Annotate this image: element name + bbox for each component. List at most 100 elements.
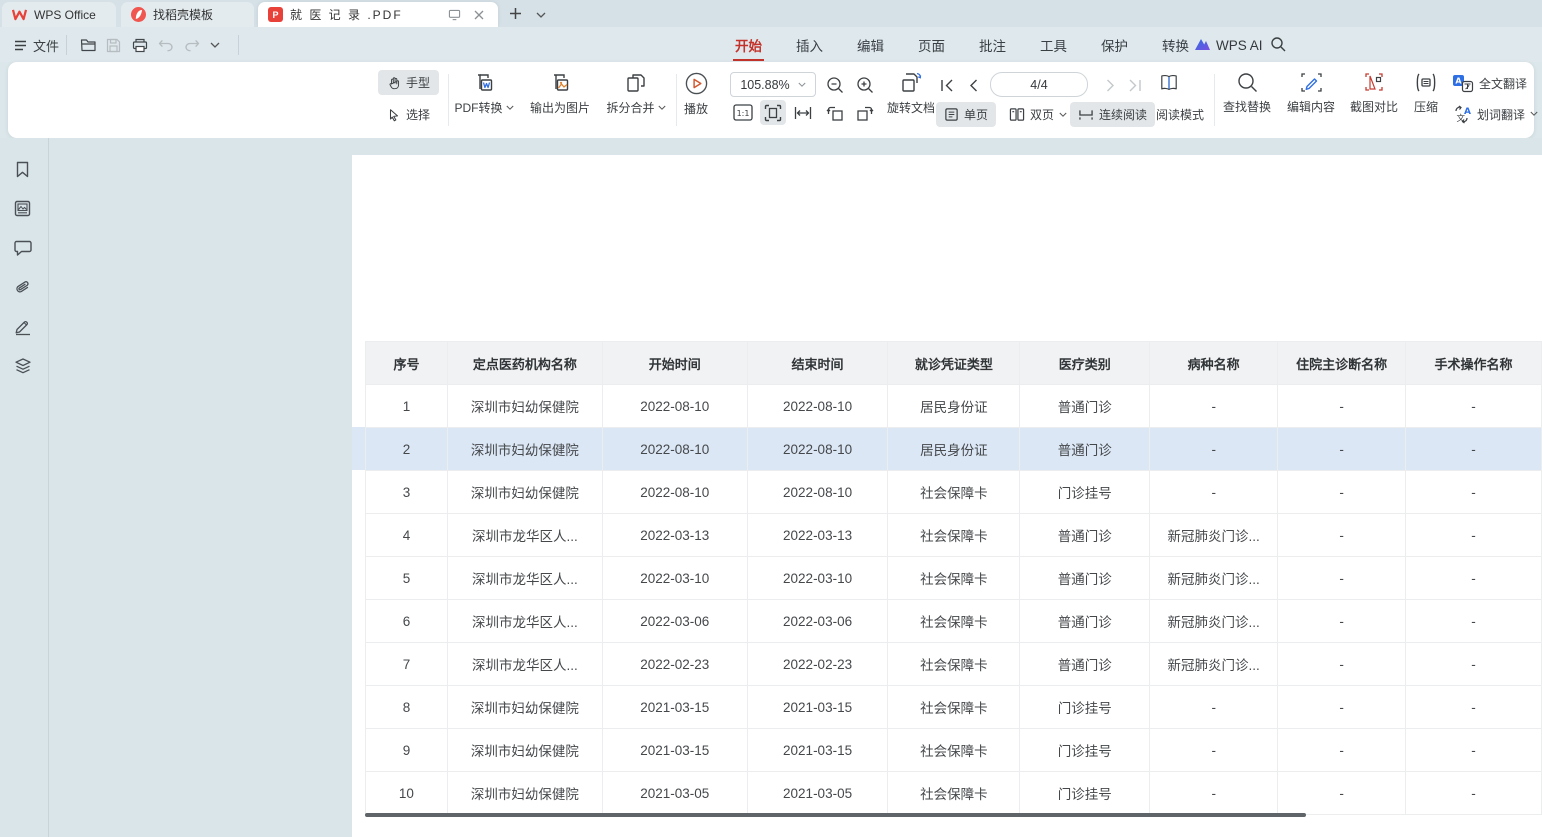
double-page-button[interactable]: 双页 bbox=[1002, 102, 1074, 127]
prev-page-icon[interactable] bbox=[962, 74, 984, 96]
bookmark-icon[interactable] bbox=[13, 160, 32, 179]
table-cell: - bbox=[1150, 686, 1278, 729]
ribbon-tab-编辑[interactable]: 编辑 bbox=[855, 28, 886, 62]
next-page-icon[interactable] bbox=[1100, 74, 1122, 96]
table-row: 2深圳市妇幼保健院2022-08-102022-08-10居民身份证普通门诊--… bbox=[366, 428, 1542, 471]
column-header: 就诊凭证类型 bbox=[888, 342, 1020, 385]
table-cell: 2022-08-10 bbox=[602, 385, 747, 428]
signature-pen-icon[interactable] bbox=[13, 317, 33, 336]
read-mode-book-icon[interactable] bbox=[1158, 71, 1180, 93]
play-button[interactable]: 播放 bbox=[676, 71, 716, 117]
table-row: 7深圳市龙华区人...2022-02-232022-02-23社会保障卡普通门诊… bbox=[366, 643, 1542, 686]
table-cell: 9 bbox=[366, 729, 448, 772]
chevron-down-icon[interactable] bbox=[210, 34, 220, 56]
wps-ai-label: WPS AI bbox=[1216, 38, 1263, 53]
ribbon-tab-页面[interactable]: 页面 bbox=[916, 28, 947, 62]
close-icon[interactable] bbox=[470, 6, 488, 24]
rotate-right-icon[interactable] bbox=[852, 100, 878, 125]
wps-ai-button[interactable]: WPS AI bbox=[1194, 34, 1263, 56]
page-indicator-input[interactable]: 4/4 bbox=[990, 72, 1088, 97]
open-folder-icon[interactable] bbox=[80, 34, 97, 56]
last-page-icon[interactable] bbox=[1124, 74, 1146, 96]
find-replace-button[interactable]: 查找替换 bbox=[1216, 71, 1278, 115]
read-mode-button[interactable]: 阅读模式 bbox=[1152, 102, 1208, 127]
table-header-row: 序号定点医药机构名称开始时间结束时间就诊凭证类型医疗类别病种名称住院主诊断名称手… bbox=[366, 342, 1542, 385]
export-image-button[interactable]: 输出为图片 bbox=[524, 71, 596, 116]
screenshot-compare-button[interactable]: 截图对比 bbox=[1344, 71, 1404, 115]
redo-icon[interactable] bbox=[184, 34, 200, 56]
word-translate-button[interactable]: 文A 划词翻译 bbox=[1452, 102, 1538, 126]
screenshot-compare-label: 截图对比 bbox=[1350, 98, 1398, 115]
table-cell: 2022-03-10 bbox=[602, 557, 747, 600]
zoom-out-icon[interactable] bbox=[824, 74, 846, 96]
layers-icon[interactable] bbox=[13, 357, 33, 376]
single-page-button[interactable]: 单页 bbox=[936, 102, 996, 127]
table-cell: - bbox=[1150, 729, 1278, 772]
table-cell: 深圳市龙华区人... bbox=[447, 557, 602, 600]
ribbon-tab-转换[interactable]: 转换 bbox=[1160, 28, 1191, 62]
table-cell: 1 bbox=[366, 385, 448, 428]
split-merge-button[interactable]: 拆分合并 bbox=[600, 71, 672, 116]
tab-list-chevron-icon[interactable] bbox=[532, 6, 550, 24]
table-cell: - bbox=[1406, 428, 1542, 471]
zoom-level-select[interactable]: 105.88% bbox=[730, 72, 816, 97]
full-translate-button[interactable]: A 全文翻译 bbox=[1452, 71, 1527, 95]
ribbon-tab-开始[interactable]: 开始 bbox=[733, 28, 764, 62]
ribbon-tab-工具[interactable]: 工具 bbox=[1038, 28, 1069, 62]
tab-wps-office[interactable]: WPS Office bbox=[2, 2, 116, 27]
actual-size-icon[interactable]: 1:1 bbox=[730, 100, 756, 125]
medical-records-table: 序号定点医药机构名称开始时间结束时间就诊凭证类型医疗类别病种名称住院主诊断名称手… bbox=[365, 341, 1542, 815]
rotate-left-icon[interactable] bbox=[822, 100, 848, 125]
continuous-label: 连续阅读 bbox=[1099, 106, 1147, 123]
continuous-read-button[interactable]: 连续阅读 bbox=[1070, 102, 1155, 127]
table-cell: 普通门诊 bbox=[1020, 514, 1150, 557]
column-header: 病种名称 bbox=[1150, 342, 1278, 385]
select-tool-button[interactable]: 选择 bbox=[378, 102, 439, 127]
search-icon[interactable] bbox=[1270, 36, 1286, 52]
ribbon-tab-保护[interactable]: 保护 bbox=[1099, 28, 1130, 62]
fit-width-icon[interactable] bbox=[790, 100, 816, 125]
continuous-icon bbox=[1078, 108, 1094, 122]
table-cell: 深圳市龙华区人... bbox=[447, 514, 602, 557]
file-menu[interactable]: 文件 bbox=[14, 34, 59, 56]
table-cell: 深圳市龙华区人... bbox=[447, 643, 602, 686]
menu-bar: 文件 开始插入编辑页面批注工具保护转换 WPS AI bbox=[0, 27, 1542, 62]
tab-document-pdf[interactable]: P 就 医 记 录 .PDF bbox=[258, 2, 498, 27]
docer-logo-icon bbox=[131, 7, 146, 22]
first-page-icon[interactable] bbox=[936, 74, 958, 96]
fit-page-icon[interactable] bbox=[760, 100, 786, 125]
tab-docer-template[interactable]: 找稻壳模板 bbox=[121, 2, 254, 27]
ribbon-tab-插入[interactable]: 插入 bbox=[794, 28, 825, 62]
hand-tool-button[interactable]: 手型 bbox=[378, 70, 439, 95]
save-icon[interactable] bbox=[106, 34, 121, 56]
edit-content-button[interactable]: 编辑内容 bbox=[1280, 71, 1342, 115]
pdf-file-icon: P bbox=[268, 7, 283, 22]
compare-icon bbox=[1362, 71, 1386, 94]
comment-icon[interactable] bbox=[13, 239, 32, 257]
attachment-icon[interactable] bbox=[13, 278, 33, 297]
table-cell: 2022-02-23 bbox=[747, 643, 888, 686]
table-row: 10深圳市妇幼保健院2021-03-052021-03-05社会保障卡门诊挂号-… bbox=[366, 772, 1542, 815]
monitor-icon[interactable] bbox=[445, 6, 463, 24]
rotate-document-button[interactable]: 旋转文档 bbox=[882, 71, 940, 116]
ribbon-tab-批注[interactable]: 批注 bbox=[977, 28, 1008, 62]
horizontal-scrollbar[interactable] bbox=[365, 813, 1306, 817]
compress-icon bbox=[1413, 71, 1439, 94]
new-tab-icon[interactable] bbox=[506, 4, 524, 22]
single-page-icon bbox=[944, 107, 959, 122]
table-cell: 2022-03-06 bbox=[602, 600, 747, 643]
pdf-convert-button[interactable]: PDF转换 bbox=[446, 71, 522, 116]
compress-button[interactable]: 压缩 bbox=[1404, 71, 1448, 115]
table-cell: 深圳市妇幼保健院 bbox=[447, 428, 602, 471]
thumbnail-icon[interactable] bbox=[13, 199, 32, 218]
table-cell: - bbox=[1278, 729, 1406, 772]
table-cell: - bbox=[1278, 385, 1406, 428]
double-page-icon bbox=[1009, 107, 1025, 122]
table-cell: 新冠肺炎门诊... bbox=[1150, 643, 1278, 686]
play-icon bbox=[684, 71, 709, 96]
undo-icon[interactable] bbox=[158, 34, 174, 56]
zoom-in-icon[interactable] bbox=[854, 74, 876, 96]
print-icon[interactable] bbox=[132, 34, 148, 56]
double-page-label: 双页 bbox=[1030, 106, 1054, 123]
table-cell: 普通门诊 bbox=[1020, 600, 1150, 643]
